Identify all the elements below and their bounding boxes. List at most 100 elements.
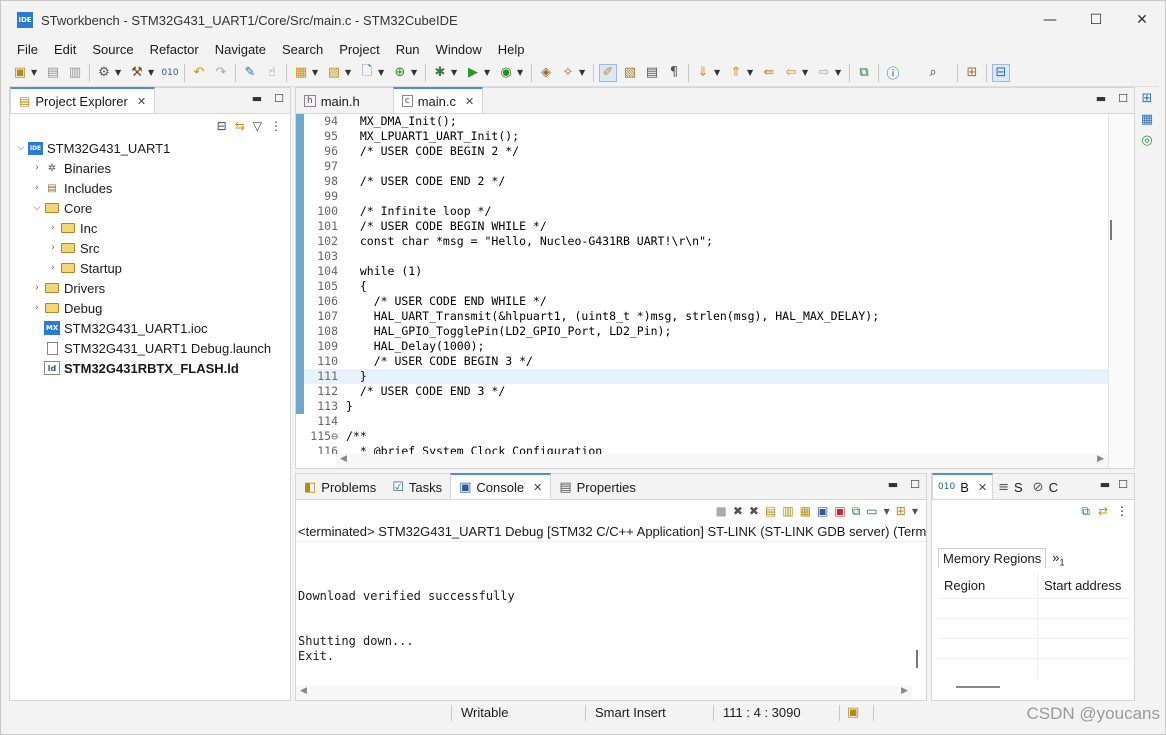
back-icon[interactable]: ⇦ (782, 64, 800, 82)
tab-build-analyzer[interactable]: 010 B ✕ (932, 473, 994, 499)
chevron-down-icon[interactable]: ⌵ (14, 143, 28, 153)
code-line[interactable]: 102 const char *msg = "Hello, Nucleo-G43… (296, 234, 1108, 249)
code-line[interactable]: 99 (296, 189, 1108, 204)
display-console-icon[interactable]: ▭ (866, 504, 877, 518)
console-output[interactable]: Download verified successfully Shutting d… (296, 544, 912, 686)
minimize-icon[interactable]: ▬ (888, 478, 898, 491)
tab-tasks[interactable]: ☑ Tasks (384, 475, 450, 499)
last-edit-location-icon[interactable]: ⇚ (760, 64, 778, 82)
menu-source[interactable]: Source (84, 42, 141, 57)
word-wrap-icon[interactable]: ▦ (800, 504, 811, 518)
code-line[interactable]: 106 /* USER CODE END WHILE */ (296, 294, 1108, 309)
tree-item-startup[interactable]: › Startup (10, 258, 290, 278)
tab-main-c[interactable]: c main.c ✕ (392, 87, 484, 113)
show-on-output-icon[interactable]: ▣ (817, 504, 828, 518)
tab-properties[interactable]: ▤ Properties (551, 475, 644, 499)
new-source-dropdown-icon[interactable]: ▼ (378, 68, 386, 77)
pin-console-icon[interactable]: ⧉ (852, 504, 861, 519)
menu-edit[interactable]: Edit (46, 42, 84, 57)
chevron-right-icon[interactable]: › (46, 223, 60, 233)
chevron-right-icon[interactable]: › (46, 243, 60, 253)
minimize-button[interactable]: — (1027, 1, 1073, 39)
tree-item-launch-file[interactable]: STM32G431_UART1 Debug.launch (10, 338, 290, 358)
binary-icon[interactable]: 010 (161, 64, 179, 82)
tree-item-ioc-file[interactable]: MX STM32G431_UART1.ioc (10, 318, 290, 338)
code-line[interactable]: 103 (296, 249, 1108, 264)
settings-dropdown-icon[interactable]: ▼ (115, 68, 123, 77)
save-all-icon[interactable]: ▥ (66, 64, 84, 82)
pin-editor-icon[interactable]: ⧉ (855, 64, 873, 82)
menu-help[interactable]: Help (490, 42, 533, 57)
info-icon[interactable]: ⓘ (884, 64, 902, 82)
tree-item-includes[interactable]: › ▤ Includes (10, 178, 290, 198)
open-console-dropdown-icon[interactable]: ▼ (912, 507, 918, 516)
previous-annotation-icon[interactable]: ⇑ (727, 64, 745, 82)
new-project-dropdown-icon[interactable]: ▼ (312, 68, 320, 77)
tab-main-h[interactable]: h main.h (296, 89, 393, 113)
cc-perspective-icon[interactable]: ⊟ (992, 63, 1010, 82)
code-area[interactable]: 94 MX_DMA_Init(); 95 MX_LPUART1_UART_Init… (296, 114, 1108, 454)
scroll-left-icon[interactable]: ◀ (300, 686, 307, 696)
word-wrap-icon[interactable]: ▤ (643, 64, 661, 82)
close-icon[interactable]: ✕ (137, 95, 146, 108)
outline-icon[interactable]: ⊞ (1142, 91, 1153, 106)
close-icon[interactable]: ✕ (533, 481, 542, 494)
horizontal-scrollbar[interactable]: ◀ ▶ (296, 686, 912, 700)
code-line[interactable]: 112 /* USER CODE END 3 */ (296, 384, 1108, 399)
chevron-right-icon[interactable]: › (46, 263, 60, 273)
code-line[interactable]: 95 MX_LPUART1_UART_Init(); (296, 129, 1108, 144)
code-line[interactable]: 115⊖ /** (296, 429, 1108, 444)
build-hammer-icon[interactable]: ⚒ (128, 64, 146, 82)
tree-item-drivers[interactable]: › Drivers (10, 278, 290, 298)
clear-console-icon[interactable]: ▤ (765, 504, 776, 518)
display-console-dropdown-icon[interactable]: ▼ (884, 507, 890, 516)
save-icon[interactable]: ▤ (44, 64, 62, 82)
skip-breakpoints-icon[interactable]: ☝ (263, 64, 281, 82)
tree-item-inc[interactable]: › Inc (10, 218, 290, 238)
search-icon[interactable]: ⌕ (924, 64, 942, 82)
block-selection-icon[interactable]: ▧ (621, 64, 639, 82)
code-line[interactable]: 113} (296, 399, 1108, 414)
code-line[interactable]: 116 * @brief System Clock Configuration (296, 444, 1108, 454)
menu-navigate[interactable]: Navigate (207, 42, 274, 57)
horizontal-scrollbar[interactable]: ◀ ▶ (336, 454, 1108, 468)
tree-item-core[interactable]: ⌵ Core (10, 198, 290, 218)
tab-cyclomatic[interactable]: ⊘ C (1028, 475, 1063, 499)
maximize-icon[interactable]: ☐ (910, 478, 920, 491)
open-element-icon[interactable]: ✧ (559, 64, 577, 82)
chevron-down-icon[interactable]: ⌵ (30, 203, 44, 213)
open-perspective-icon[interactable]: ⊞ (963, 64, 981, 82)
code-line[interactable]: 101 /* USER CODE BEGIN WHILE */ (296, 219, 1108, 234)
code-line[interactable]: 96 /* USER CODE BEGIN 2 */ (296, 144, 1108, 159)
forward-dropdown-icon[interactable]: ▼ (835, 68, 843, 77)
vertical-scroll-thumb[interactable] (1110, 220, 1112, 240)
next-annotation-dropdown-icon[interactable]: ▼ (714, 68, 722, 77)
chevron-right-icon[interactable]: › (30, 183, 44, 193)
column-header-region[interactable]: Region (938, 572, 1038, 598)
highlight-occurrences-icon[interactable]: ✐ (599, 63, 617, 82)
collapse-all-icon[interactable]: ⊟ (217, 119, 227, 133)
new-class-icon[interactable]: ⊕ (391, 64, 409, 82)
scroll-right-icon[interactable]: ▶ (901, 686, 908, 696)
undo-icon[interactable]: ↶ (190, 64, 208, 82)
view-menu-icon[interactable]: ⋮ (270, 119, 282, 133)
minimize-icon[interactable]: ▬ (1100, 478, 1110, 491)
menu-run[interactable]: Run (388, 42, 428, 57)
code-line[interactable]: 98 /* USER CODE END 2 */ (296, 174, 1108, 189)
code-line[interactable]: 97 (296, 159, 1108, 174)
new-class-dropdown-icon[interactable]: ▼ (411, 68, 419, 77)
redo-icon[interactable]: ↷ (212, 64, 230, 82)
code-line[interactable]: 100 /* Infinite loop */ (296, 204, 1108, 219)
remove-all-terminated-icon[interactable]: ✖ (749, 504, 759, 518)
task-progress-icon[interactable]: ▣ (847, 705, 859, 720)
view-menu-icon[interactable]: ⋮ (1116, 504, 1128, 518)
run-icon[interactable]: ▶ (464, 64, 482, 82)
code-line[interactable]: 110 /* USER CODE BEGIN 3 */ (296, 354, 1108, 369)
menu-search[interactable]: Search (274, 42, 331, 57)
code-line[interactable]: 109 HAL_Delay(1000); (296, 339, 1108, 354)
minimize-icon[interactable]: ▬ (252, 92, 262, 105)
debug-bug-icon[interactable]: ✱ (431, 64, 449, 82)
filter-icon[interactable]: ▽ (253, 119, 262, 133)
close-icon[interactable]: ✕ (978, 481, 987, 494)
back-dropdown-icon[interactable]: ▼ (802, 68, 810, 77)
